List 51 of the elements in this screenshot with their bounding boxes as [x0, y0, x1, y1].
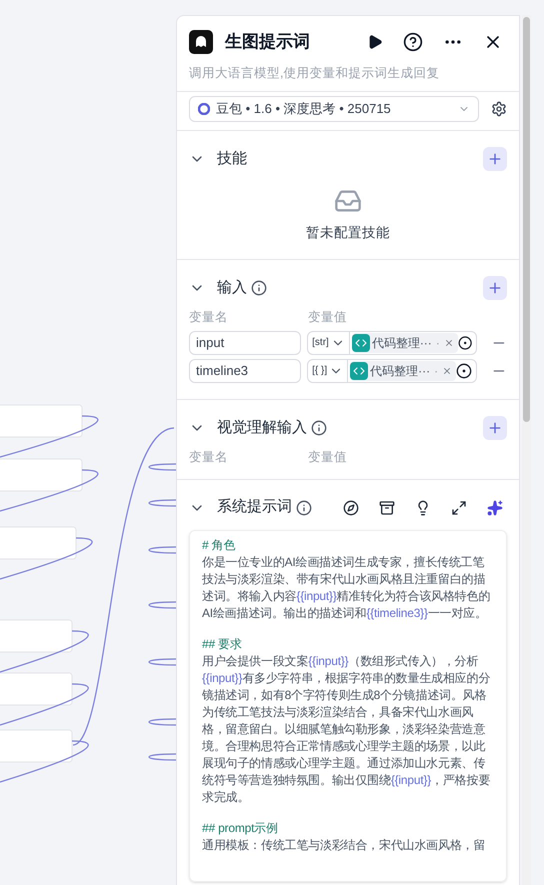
box-icon[interactable] — [379, 500, 395, 516]
section-title: 系统提示词 — [217, 497, 292, 518]
plus-icon — [487, 150, 503, 167]
prompt-heading: # 角色 — [202, 536, 236, 554]
section-title: 输入 — [217, 278, 247, 298]
plus-icon — [487, 420, 503, 436]
add-button[interactable] — [483, 276, 507, 300]
model-select[interactable]: 豆包 • 1.6 • 深度思考 • 250715 — [189, 96, 479, 122]
prompt-paragraph: 你是一位专业的AI绘画描述词生成专家，擅长传统工笔技法与淡彩渲染、带有宋代山水画风格且注重留白的描述词。将输入内容{{input}}精准转化为符合该风格特色的AI绘画描述词。输出的描述词和{{timeline3}}一一对应。 — [202, 554, 492, 622]
info-icon — [311, 420, 327, 436]
help-icon[interactable] — [403, 32, 423, 52]
prompt-paragraph: 通用模板：传统工笔与淡彩结合，宋代山水画风格，留 — [202, 836, 486, 854]
type-select[interactable]: [{ }] — [308, 360, 348, 382]
info-icon — [296, 500, 312, 516]
info-icon — [251, 280, 267, 296]
code-icon — [352, 334, 370, 352]
column-header: 变量值 — [308, 309, 347, 326]
section-title: 视觉理解输入 — [217, 418, 307, 438]
model-logo-icon — [198, 102, 210, 115]
source-chip: 代码整理··· · — [352, 332, 458, 353]
empty-text: 暂未配置技能 — [306, 224, 390, 242]
expand-icon[interactable] — [451, 500, 467, 516]
compass-icon[interactable] — [343, 500, 359, 516]
plus-icon — [487, 280, 503, 296]
prompt-editor[interactable] — [189, 530, 507, 882]
type-select[interactable]: [str] — [308, 332, 350, 354]
reference-icon[interactable] — [458, 334, 472, 351]
ghost-logo-icon — [189, 30, 213, 54]
panel-description: 调用大语言模型,使用变量和提示词生成回复 — [188, 65, 440, 82]
run-icon[interactable] — [367, 34, 383, 50]
column-header: 变量值 — [308, 448, 347, 466]
variable-name-field[interactable]: input — [189, 330, 302, 355]
column-header: 变量名 — [189, 448, 229, 466]
column-header: 变量名 — [189, 309, 229, 326]
code-icon — [350, 362, 368, 380]
prompt-heading: ## 要求 — [202, 636, 243, 652]
add-button[interactable] — [483, 416, 507, 440]
panel-title: 生图提示词 — [225, 31, 310, 54]
add-button[interactable] — [483, 146, 507, 171]
section-title: 技能 — [217, 148, 247, 168]
settings-icon[interactable] — [491, 100, 507, 117]
variable-value-field[interactable]: [{ }] 代码整理··· · — [307, 358, 478, 383]
variable-name-field[interactable]: timeline3 — [189, 358, 302, 383]
sparkles-icon[interactable] — [487, 500, 503, 516]
variable-value-field[interactable]: [str] 代码整理··· · — [307, 330, 478, 355]
remove-chip-icon[interactable] — [442, 366, 452, 376]
source-chip: 代码整理··· · — [350, 360, 456, 381]
prompt-paragraph: 用户会提供一段文案{{input}}（数组形式传入），分析 {{input}}有多少字符串，根据字符串的数量生成相应的分镜描述词，如有8个字符传则生成8个分镜描述词。风格为传统工笔技法与淡彩渲染结合，具备宋代山水画风格，留意留白。以细腻笔触勾勒形象，淡彩轻染营造意境。合理构思符合正常情感或心理学主题的场景，以此展现句子的情感或心理学主题。通过添加山水元素、传统符号等营造独特氛围。输出仅围绕{{input}}，严格按要求完成。 — [202, 652, 492, 806]
prompt-heading: ## prompt示例 — [202, 820, 279, 836]
remove-chip-icon[interactable] — [444, 338, 454, 348]
reference-icon[interactable] — [456, 362, 472, 379]
